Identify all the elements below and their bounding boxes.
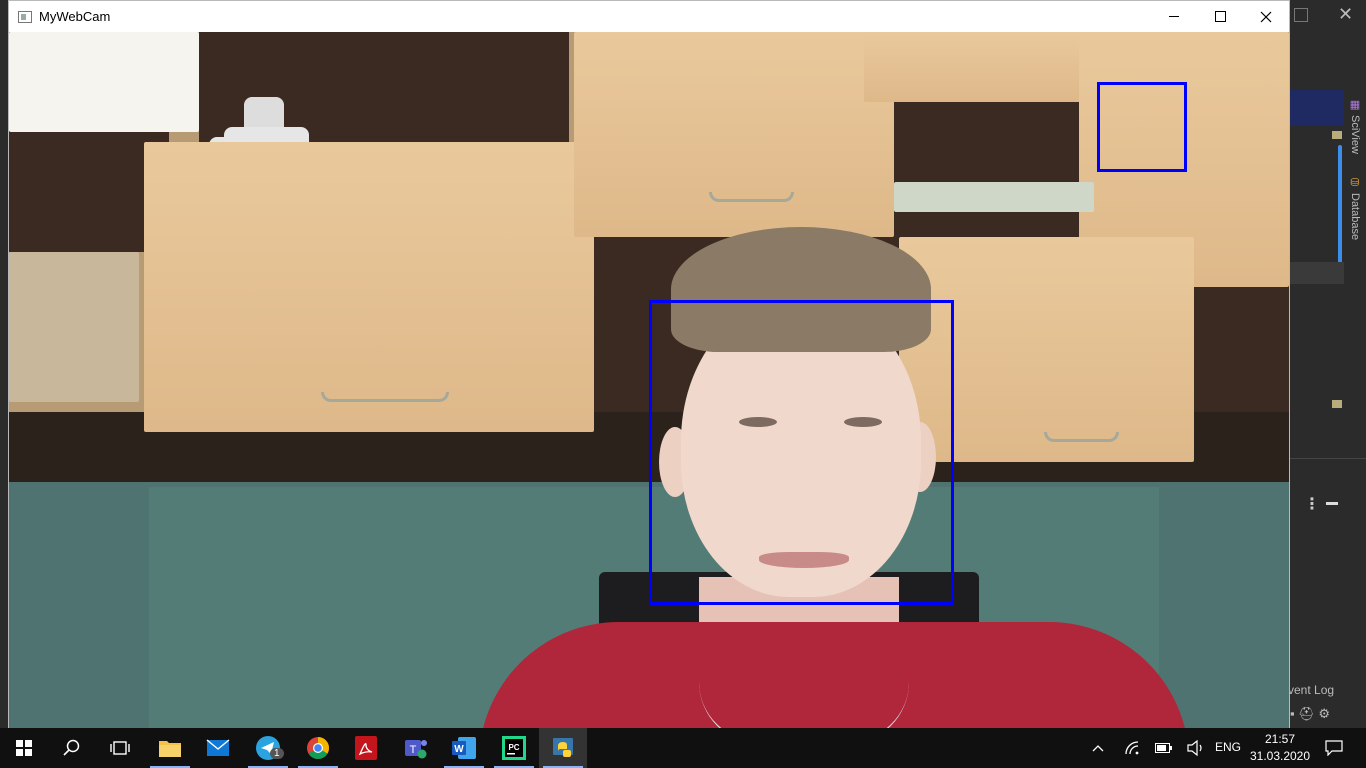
svg-text:W: W: [454, 744, 464, 755]
word-icon: W: [452, 737, 476, 759]
ide-tab-sciview[interactable]: ▦ SciView: [1346, 98, 1364, 154]
taskbar-word[interactable]: W: [440, 728, 488, 768]
ide-scrollbar[interactable]: [1338, 145, 1342, 263]
ide-close-icon: ✕: [1338, 4, 1354, 24]
title-bar[interactable]: MyWebCam: [9, 1, 1289, 32]
volume-button[interactable]: [1180, 728, 1212, 768]
ide-tab-database[interactable]: ⛁ Database: [1346, 176, 1364, 240]
camera-feed: [9, 32, 1289, 728]
cabinet-door: [864, 32, 1099, 102]
side-panel: [9, 252, 139, 402]
ide-marker: [1332, 131, 1342, 139]
notification-icon: [1325, 740, 1343, 756]
ide-more-icon[interactable]: ⋮: [1304, 494, 1320, 514]
taskbar-pycharm[interactable]: PC: [490, 728, 538, 768]
taskbar-chrome[interactable]: [294, 728, 342, 768]
object-detection-box: [1097, 82, 1187, 172]
cabinet-handle: [321, 392, 449, 402]
taskbar-telegram[interactable]: 1: [244, 728, 292, 768]
network-button[interactable]: [1116, 728, 1148, 768]
ide-row: [1290, 262, 1344, 284]
necklace: [699, 682, 909, 728]
ide-tab-label: SciView: [1349, 115, 1361, 154]
taskbar: 1 T W PC ENG 21:57 31.03.2020: [0, 728, 1366, 768]
ide-event-log-label[interactable]: vent Log: [1288, 683, 1334, 697]
show-hidden-icons-button[interactable]: [1082, 728, 1114, 768]
cabinet-door: [574, 32, 894, 237]
search-icon: [63, 739, 80, 756]
battery-button[interactable]: [1148, 728, 1180, 768]
svg-text:T: T: [410, 744, 417, 756]
task-view-icon: [110, 741, 130, 755]
ide-selected-row: [1290, 90, 1344, 126]
grid-icon: ▦: [1348, 98, 1361, 111]
ide-restore-icon: [1294, 8, 1308, 22]
task-view-button[interactable]: [96, 728, 144, 768]
folder-icon: [159, 741, 181, 757]
taskbar-teams[interactable]: T: [392, 728, 440, 768]
clock-date[interactable]: 31.03.2020: [1248, 749, 1312, 763]
cabinet-handle: [709, 192, 794, 202]
chrome-icon: [307, 737, 329, 759]
window-title: MyWebCam: [39, 9, 111, 24]
windows-logo-icon: [16, 740, 32, 756]
cabinet-door: [144, 142, 594, 432]
cabinet-handle: [1044, 432, 1119, 442]
action-center-button[interactable]: [1318, 728, 1350, 768]
taskbar-mail[interactable]: [194, 728, 242, 768]
ide-tab-label: Database: [1349, 193, 1361, 241]
teams-icon: T: [405, 740, 427, 759]
svg-text:PC: PC: [508, 743, 519, 752]
database-icon: ⛁: [1348, 176, 1361, 189]
maximize-button[interactable]: [1197, 1, 1243, 32]
language-indicator[interactable]: ENG: [1212, 740, 1244, 754]
ide-hide-icon[interactable]: [1326, 502, 1338, 505]
battery-icon: [1155, 743, 1172, 753]
clock-time[interactable]: 21:57: [1248, 732, 1312, 746]
notification-badge: 1: [270, 748, 284, 759]
wifi-icon: [1125, 741, 1139, 755]
ide-marker: [1332, 400, 1342, 408]
ide-status-icons: ▪ ⛑ ⚙: [1290, 706, 1330, 721]
bright-wall: [9, 32, 199, 132]
close-icon: [1260, 11, 1272, 22]
close-button[interactable]: [1243, 1, 1289, 32]
pycharm-icon: PC: [502, 736, 526, 760]
search-button[interactable]: [48, 728, 96, 768]
face-detection-box: [649, 300, 954, 605]
app-window-icon: [18, 10, 32, 23]
webcam-window: MyWebCam: [8, 0, 1290, 728]
taskbar-file-explorer[interactable]: [146, 728, 194, 768]
mail-icon: [206, 739, 230, 756]
maximize-icon: [1214, 11, 1226, 22]
taskbar-acrobat[interactable]: [342, 728, 390, 768]
taskbar-python[interactable]: [539, 728, 587, 768]
ide-divider: [1290, 458, 1366, 459]
start-button[interactable]: [0, 728, 48, 768]
books: [894, 182, 1094, 212]
minimize-icon: [1169, 16, 1179, 17]
minimize-button[interactable]: [1151, 1, 1197, 32]
acrobat-icon: [355, 736, 377, 760]
chevron-up-icon: [1092, 745, 1104, 752]
python-icon: [553, 738, 573, 757]
speaker-icon: [1187, 740, 1202, 756]
